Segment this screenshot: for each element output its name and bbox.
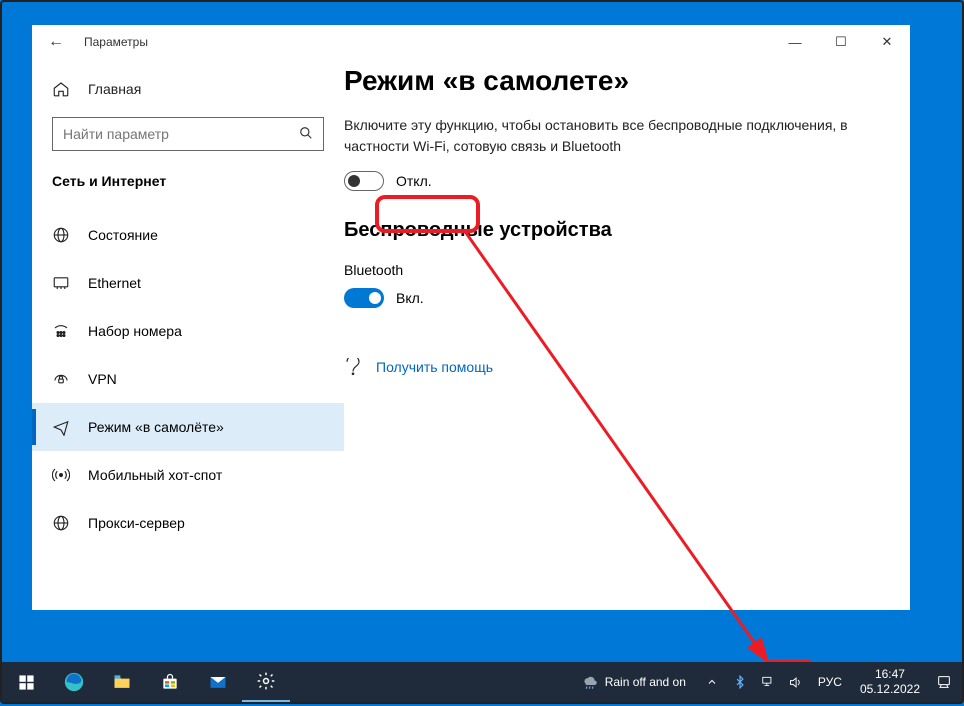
edge-icon <box>63 671 85 693</box>
notification-icon <box>936 674 952 690</box>
sidebar-item-label: Ethernet <box>88 275 141 291</box>
globe-icon <box>52 226 70 244</box>
tray-clock[interactable]: 16:47 05.12.2022 <box>852 667 928 697</box>
mail-icon <box>208 672 228 692</box>
main-panel: Режим «в самолете» Включите эту функцию,… <box>344 59 910 610</box>
proxy-icon <box>52 514 70 532</box>
sidebar-search[interactable] <box>52 117 324 151</box>
sidebar-item-label: Режим «в самолёте» <box>88 419 224 435</box>
tray-chevron[interactable] <box>700 662 724 702</box>
bluetooth-icon <box>733 675 747 689</box>
taskbar-mail[interactable] <box>194 662 242 702</box>
sidebar-item-label: Набор номера <box>88 323 182 339</box>
back-button[interactable]: ← <box>32 33 80 51</box>
tray-network[interactable] <box>756 662 780 702</box>
hotspot-icon <box>52 466 70 484</box>
sidebar-item-label: Прокси-сервер <box>88 515 185 531</box>
help-row: Получить помощь <box>344 358 910 376</box>
help-icon <box>344 358 362 376</box>
airplane-toggle-row: Откл. <box>344 171 910 191</box>
sidebar-item-hotspot[interactable]: Мобильный хот-спот <box>32 451 344 499</box>
wireless-heading: Беспроводные устройства <box>344 219 910 242</box>
window-title: Параметры <box>80 35 148 49</box>
network-icon <box>760 675 776 689</box>
search-icon <box>289 126 323 143</box>
clock-time: 16:47 <box>860 667 920 682</box>
tray-bluetooth[interactable] <box>728 662 752 702</box>
store-icon <box>160 672 180 692</box>
sidebar-item-airplane[interactable]: Режим «в самолёте» <box>32 403 344 451</box>
maximize-button[interactable]: ☐ <box>818 27 864 57</box>
taskbar-edge[interactable] <box>50 662 98 702</box>
weather-text: Rain off and on <box>605 675 686 689</box>
sidebar-item-dialup[interactable]: Набор номера <box>32 307 344 355</box>
sidebar-item-label: VPN <box>88 371 117 387</box>
start-button[interactable] <box>2 662 50 702</box>
ethernet-icon <box>52 274 70 292</box>
airplane-icon <box>52 418 70 436</box>
page-title: Режим «в самолете» <box>344 65 910 97</box>
tray-language[interactable]: РУС <box>812 675 848 689</box>
bluetooth-label: Bluetooth <box>344 262 910 278</box>
sidebar-category: Сеть и Интернет <box>32 173 344 211</box>
folder-icon <box>112 672 132 692</box>
chevron-up-icon <box>706 676 718 688</box>
taskbar-explorer[interactable] <box>98 662 146 702</box>
airplane-description: Включите эту функцию, чтобы остановить в… <box>344 115 864 157</box>
airplane-toggle-state: Откл. <box>396 173 432 189</box>
gear-icon <box>256 671 276 691</box>
minimize-button[interactable]: — <box>772 27 818 57</box>
airplane-toggle[interactable] <box>344 171 384 191</box>
bluetooth-toggle-state: Вкл. <box>396 290 424 306</box>
tray-volume[interactable] <box>784 662 808 702</box>
search-input[interactable] <box>53 126 289 142</box>
sidebar-home[interactable]: Главная <box>32 69 344 109</box>
windows-icon <box>18 674 35 691</box>
close-button[interactable]: ✕ <box>864 27 910 57</box>
volume-icon <box>788 675 803 690</box>
help-link[interactable]: Получить помощь <box>376 359 493 375</box>
sidebar-item-status[interactable]: Состояние <box>32 211 344 259</box>
clock-date: 05.12.2022 <box>860 682 920 697</box>
sidebar-item-ethernet[interactable]: Ethernet <box>32 259 344 307</box>
bluetooth-toggle[interactable] <box>344 288 384 308</box>
bluetooth-toggle-row: Вкл. <box>344 288 910 308</box>
sidebar-home-label: Главная <box>88 81 141 97</box>
taskbar: Rain off and on РУС 16:47 05.12.2022 <box>2 662 962 702</box>
sidebar-item-label: Мобильный хот-спот <box>88 467 222 483</box>
taskbar-store[interactable] <box>146 662 194 702</box>
taskbar-settings[interactable] <box>242 662 290 702</box>
settings-window: ← Параметры — ☐ ✕ Главная Сеть и Интерне… <box>32 25 910 610</box>
titlebar: ← Параметры — ☐ ✕ <box>32 25 910 59</box>
sidebar-item-label: Состояние <box>88 227 158 243</box>
dialup-icon <box>52 322 70 340</box>
taskbar-weather[interactable]: Rain off and on <box>571 673 696 691</box>
tray-notifications[interactable] <box>932 662 956 702</box>
home-icon <box>52 80 70 98</box>
sidebar: Главная Сеть и Интернет Состояние Ethern… <box>32 59 344 610</box>
sidebar-item-proxy[interactable]: Прокси-сервер <box>32 499 344 547</box>
vpn-icon <box>52 370 70 388</box>
weather-icon <box>581 673 599 691</box>
sidebar-item-vpn[interactable]: VPN <box>32 355 344 403</box>
